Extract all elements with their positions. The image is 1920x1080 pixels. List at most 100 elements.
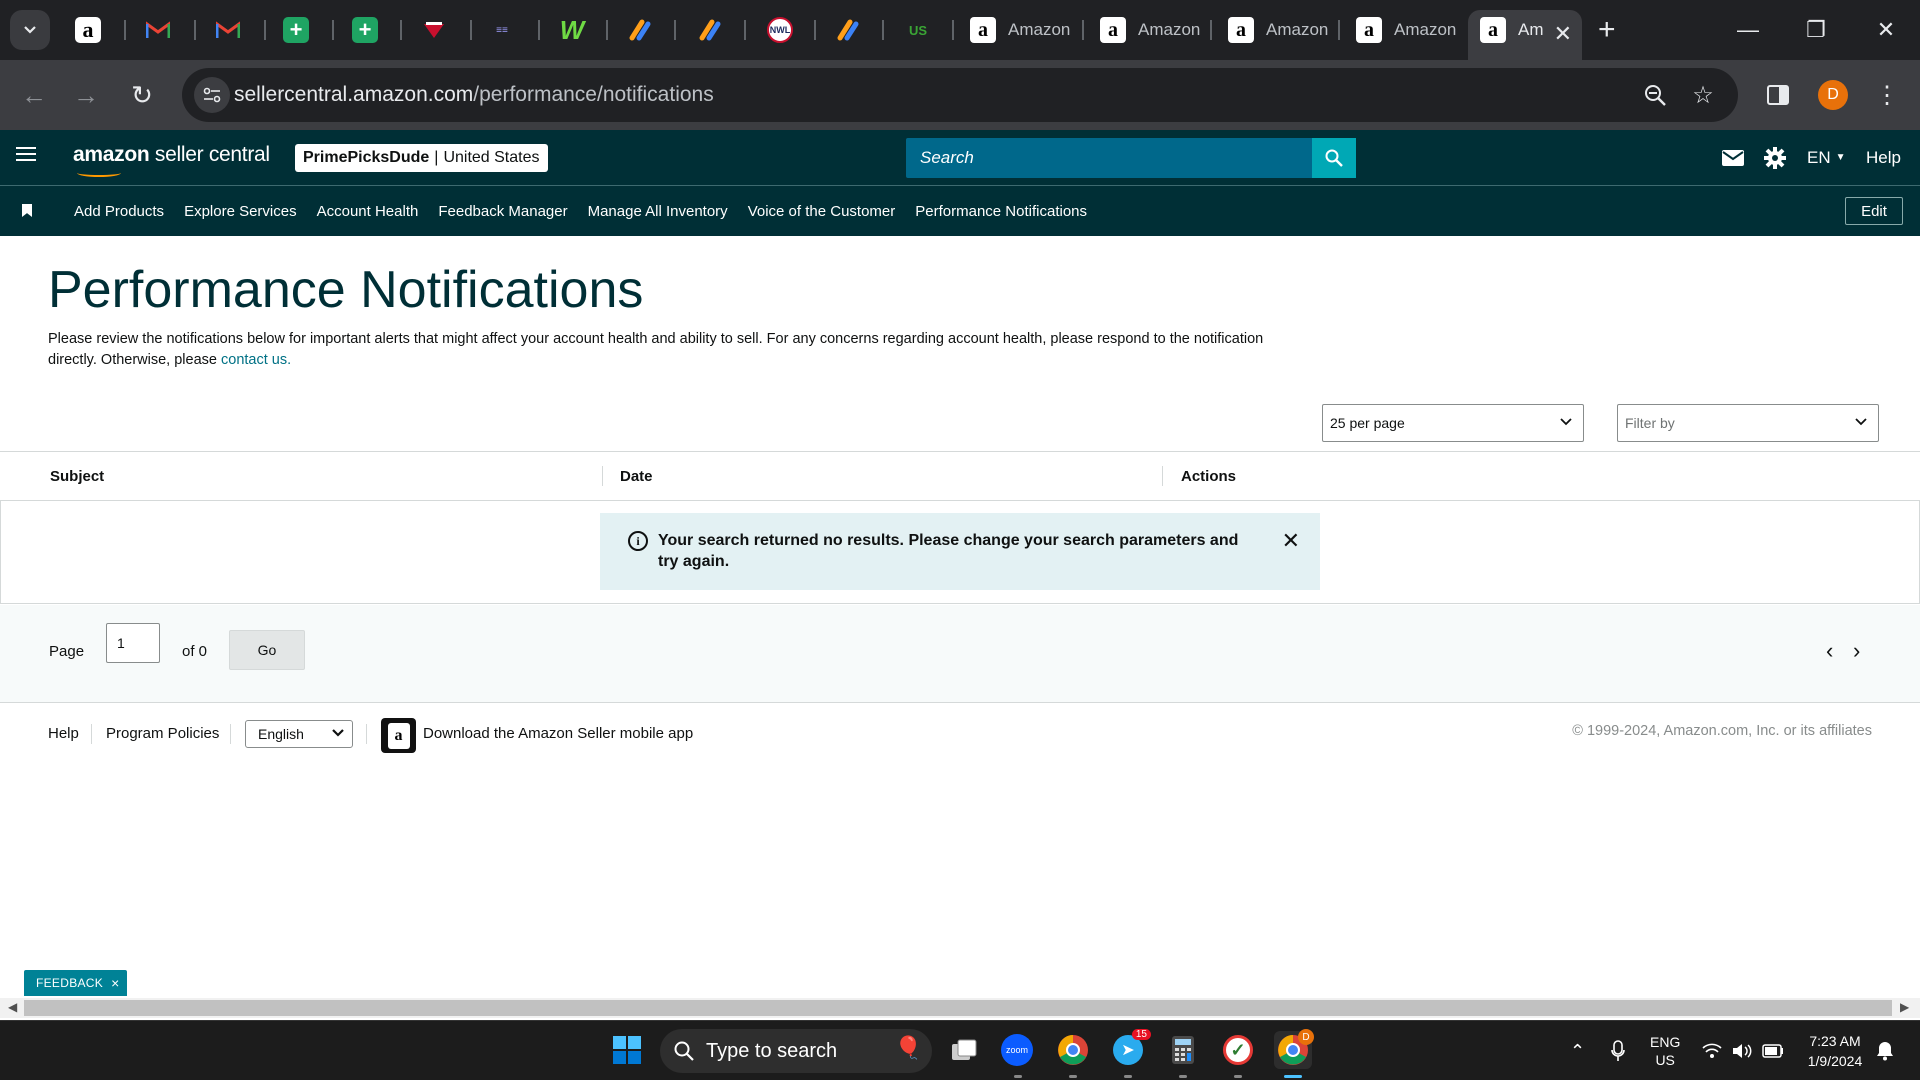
nav-item-account-health[interactable]: Account Health [307,203,429,220]
settings-gear-icon[interactable] [1764,130,1786,185]
seller-central-header: amazon seller central PrimePicksDude | U… [0,130,1920,185]
filter-select[interactable]: Filter by [1617,404,1879,442]
close-icon[interactable]: × [111,975,119,991]
tab-divider [744,20,746,40]
zoom-icon[interactable] [1640,80,1670,110]
scroll-left-icon[interactable]: ◀ [8,1000,17,1014]
forward-button[interactable]: → [66,75,106,115]
checkmark-app-icon[interactable]: ✓ [1219,1031,1257,1069]
search-input[interactable] [906,138,1312,178]
more-menu-icon[interactable]: ⋮ [1872,80,1902,110]
no-results-alert: i Your search returned no results. Pleas… [600,513,1320,590]
column-subject[interactable]: Subject [50,468,104,485]
pinned-tab-amazon[interactable]: a [70,12,106,48]
nav-item-add-products[interactable]: Add Products [64,203,174,220]
telegram-icon[interactable]: ➤ 15 [1109,1029,1151,1069]
zoom-app-icon[interactable]: zoom [998,1031,1036,1069]
side-panel-icon[interactable] [1763,80,1793,110]
tab-amazon-1[interactable]: a Amazon [958,10,1078,50]
scroll-right-icon[interactable]: ▶ [1900,1000,1909,1014]
chrome-profile-icon[interactable]: D [1274,1029,1314,1069]
close-icon[interactable]: ✕ [1282,530,1300,552]
taskbar-search[interactable]: Type to search 🎈 [660,1029,932,1073]
mail-icon[interactable] [1722,130,1744,185]
seller-central-logo[interactable]: amazon seller central [73,143,270,177]
pinned-tab-upwork[interactable]: W [554,12,590,48]
contact-us-link[interactable]: contact us. [221,352,291,368]
download-app-link[interactable]: Download the Amazon Seller mobile app [423,725,693,742]
pinned-tab-sheets-2[interactable]: + [347,12,383,48]
wifi-icon[interactable] [1702,1021,1722,1080]
page-label: Page [49,643,85,660]
close-window-button[interactable]: ✕ [1864,8,1908,52]
pinned-tab-usfoods[interactable]: US [900,12,936,48]
battery-icon[interactable] [1762,1021,1784,1080]
horizontal-scrollbar[interactable]: ◀ ▶ [0,998,1920,1018]
per-page-select[interactable]: 25 per page [1322,404,1584,442]
footer-help-link[interactable]: Help [48,725,79,742]
program-policies-link[interactable]: Program Policies [106,725,219,742]
nav-item-explore-services[interactable]: Explore Services [174,203,307,220]
amazon-icon: a [970,17,996,43]
language-selector[interactable]: EN ▼ [1807,130,1846,185]
intro-text: Please review the notifications below fo… [48,329,1288,371]
show-hidden-icons[interactable]: ⌃ [1570,1021,1585,1080]
notification-bell-icon[interactable] [1876,1021,1894,1080]
restore-button[interactable]: ❐ [1794,8,1838,52]
browser-tab-strip: a + + ≡≡ W NWL US a Amazon a Amazon a Am… [0,0,1920,60]
pinned-tab-sheets[interactable]: + [278,12,314,48]
store-switcher[interactable]: PrimePicksDude | United States [295,144,548,172]
chrome-icon[interactable] [1054,1031,1092,1069]
seller-app-icon[interactable]: a [381,718,416,753]
search-button[interactable] [1312,138,1356,178]
pinned-tab-asana-3[interactable] [830,12,866,48]
pinned-tab-gmail-2[interactable] [210,12,246,48]
windows-start-icon[interactable] [608,1031,646,1069]
task-view-icon[interactable] [945,1031,983,1069]
address-bar[interactable]: sellercentral.amazon.com/performance/not… [182,68,1738,122]
volume-icon[interactable] [1732,1021,1752,1080]
pinned-tab-nwl[interactable]: NWL [762,12,798,48]
nav-item-feedback-manager[interactable]: Feedback Manager [428,203,577,220]
pinned-tab-apd[interactable]: ≡≡ [484,12,520,48]
chevron-right-icon[interactable]: › [1853,640,1860,662]
tab-amazon-2[interactable]: a Amazon [1088,10,1208,50]
nav-item-manage-inventory[interactable]: Manage All Inventory [578,203,738,220]
nav-edit-button[interactable]: Edit [1845,197,1903,225]
bookmark-star-icon[interactable]: ☆ [1688,80,1718,110]
pinned-tab-asana-2[interactable] [692,12,728,48]
scroll-thumb[interactable] [24,1000,1892,1016]
logo-amazon: amazon [73,143,150,166]
back-button[interactable]: ← [14,75,54,115]
tab-divider [194,20,196,40]
hamburger-menu-icon[interactable] [16,147,36,167]
nav-item-voice-of-customer[interactable]: Voice of the Customer [738,203,906,220]
footer-language-select[interactable]: English [245,720,353,748]
new-tab-button[interactable]: + [1598,12,1616,48]
tab-search-button[interactable] [10,10,50,50]
site-info-icon[interactable] [194,77,230,113]
nav-item-performance-notifications[interactable]: Performance Notifications [905,203,1097,220]
microphone-icon[interactable] [1611,1021,1625,1080]
feedback-button[interactable]: FEEDBACK × [24,970,127,996]
profile-avatar[interactable]: D [1818,80,1848,110]
pinned-tab-asana[interactable] [622,12,658,48]
calculator-icon[interactable] [1164,1031,1202,1069]
reload-button[interactable]: ↻ [122,75,162,115]
go-button[interactable]: Go [229,630,305,670]
pinned-tab-chicago[interactable] [416,12,452,48]
column-date[interactable]: Date [620,468,653,485]
tab-amazon-4[interactable]: a Amazon [1344,10,1464,50]
pinned-tab-gmail[interactable] [140,12,176,48]
chevron-left-icon[interactable]: ‹ [1826,640,1833,662]
help-link[interactable]: Help [1866,130,1901,185]
input-language[interactable]: ENG US [1650,1021,1680,1080]
system-clock[interactable]: 7:23 AM 1/9/2024 [1800,1031,1870,1071]
close-icon[interactable]: ✕ [1554,21,1572,47]
page-number-input[interactable]: 1 [106,623,160,663]
tab-amazon-3[interactable]: a Amazon [1216,10,1336,50]
minimize-button[interactable]: — [1726,8,1770,52]
bookmark-icon[interactable] [22,204,32,217]
tab-amazon-active[interactable]: a Am ✕ [1468,10,1582,60]
search-icon [1325,149,1343,167]
